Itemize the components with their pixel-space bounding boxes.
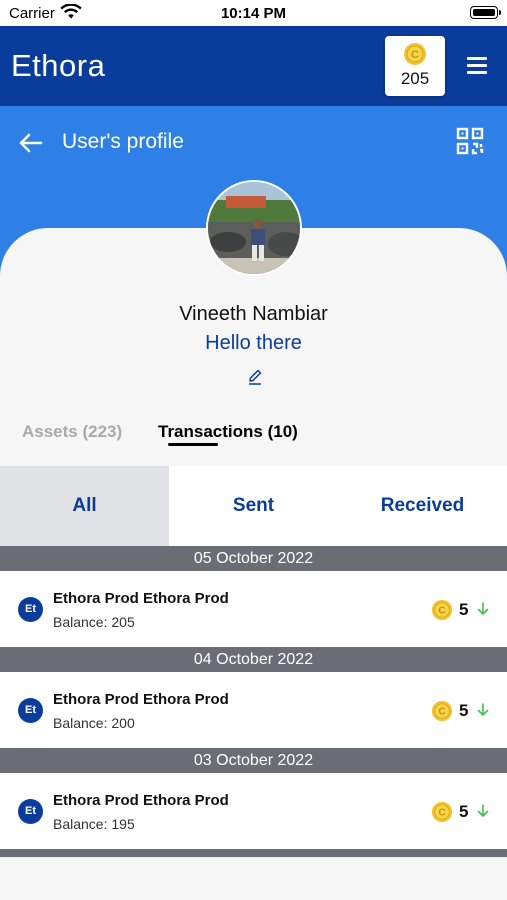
app-header: Ethora C 205 (0, 26, 507, 106)
user-name: Vineeth Nambiar (179, 303, 328, 325)
menu-icon[interactable] (467, 57, 487, 75)
active-tab-indicator (168, 443, 218, 446)
transaction-balance: Balance: 195 (53, 816, 135, 832)
date-header: 05 October 2022 (0, 546, 507, 571)
coin-icon: C (431, 801, 453, 828)
sender-avatar: Et (18, 597, 43, 622)
date-header-partial (0, 849, 507, 857)
arrow-down-icon (477, 703, 489, 722)
back-arrow-icon[interactable] (19, 133, 43, 158)
date-header: 04 October 2022 (0, 647, 507, 672)
avatar (206, 180, 302, 276)
coin-balance-button[interactable]: C 205 (385, 36, 445, 96)
transaction-name: Ethora Prod Ethora Prod (53, 792, 229, 809)
svg-text:C: C (411, 49, 419, 61)
tab-transactions[interactable]: Transactions (10) (158, 422, 298, 442)
filter-sent-button[interactable]: Sent (169, 466, 338, 546)
coin-icon: C (403, 42, 427, 71)
tab-assets[interactable]: Assets (223) (22, 422, 122, 442)
edit-pencil-icon[interactable] (247, 369, 263, 390)
transaction-amount: 5 (459, 600, 469, 619)
date-header: 03 October 2022 (0, 748, 507, 773)
transaction-row[interactable]: Et Ethora Prod Ethora Prod Balance: 195 … (0, 773, 507, 849)
transaction-name: Ethora Prod Ethora Prod (53, 590, 229, 607)
sender-avatar: Et (18, 698, 43, 723)
bottom-area (0, 857, 507, 900)
svg-text:C: C (438, 707, 445, 718)
svg-text:C: C (438, 808, 445, 819)
transaction-balance: Balance: 205 (53, 614, 135, 630)
profile-tabs: Assets (223) Transactions (10) (0, 420, 507, 450)
battery-icon (470, 6, 501, 19)
qr-code-icon[interactable] (456, 127, 484, 160)
filter-all-button[interactable]: All (0, 466, 169, 546)
status-bar: Carrier 10:14 PM (0, 0, 507, 26)
transaction-amount: 5 (459, 701, 469, 720)
filter-received-button[interactable]: Received (338, 466, 507, 546)
coin-icon: C (431, 599, 453, 626)
transaction-balance: Balance: 200 (53, 715, 135, 731)
sender-avatar: Et (18, 799, 43, 824)
coin-count: 205 (400, 69, 430, 88)
transaction-name: Ethora Prod Ethora Prod (53, 691, 229, 708)
arrow-down-icon (477, 804, 489, 823)
transaction-amount: 5 (459, 802, 469, 821)
page-title: User's profile (62, 130, 184, 153)
transaction-row[interactable]: Et Ethora Prod Ethora Prod Balance: 205 … (0, 571, 507, 647)
coin-icon: C (431, 700, 453, 727)
transaction-filter-bar: All Sent Received (0, 466, 507, 546)
user-status-text: Hello there (205, 332, 302, 354)
app-title: Ethora (11, 48, 106, 83)
svg-text:C: C (438, 606, 445, 617)
clock: 10:14 PM (220, 5, 287, 22)
transaction-row[interactable]: Et Ethora Prod Ethora Prod Balance: 200 … (0, 672, 507, 748)
arrow-down-icon (477, 602, 489, 621)
